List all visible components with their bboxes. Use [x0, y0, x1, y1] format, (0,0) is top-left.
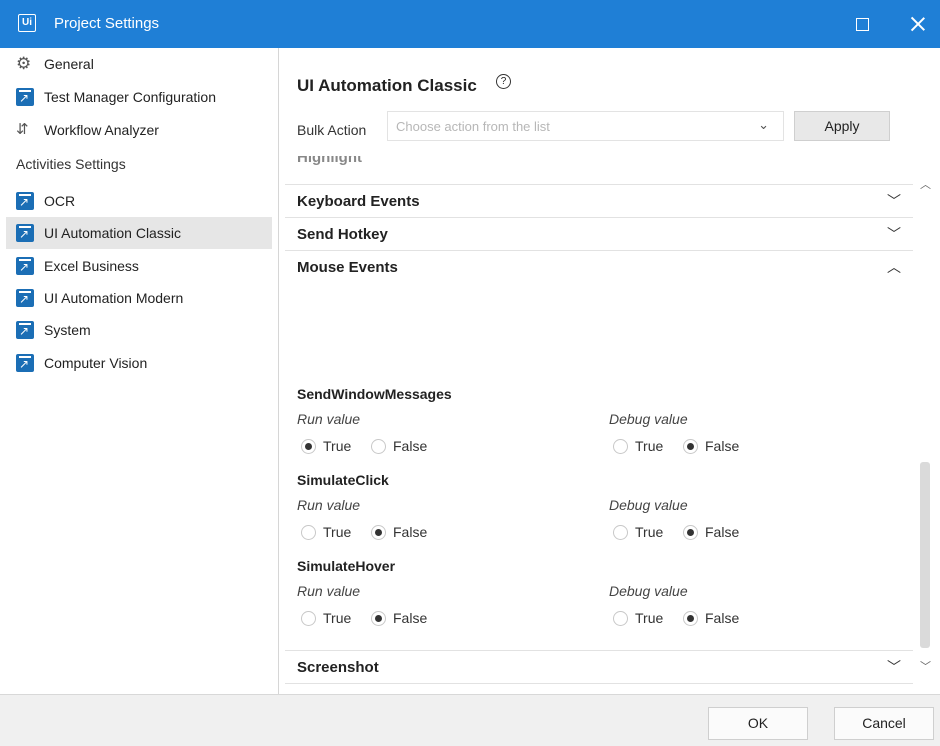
debug-value-label: Debug value: [609, 497, 688, 513]
sidebar-item-label: Computer Vision: [44, 355, 148, 371]
app-logo-icon: Ui: [18, 14, 36, 32]
send-window-messages-debug-false-radio[interactable]: [683, 439, 698, 454]
section-screenshot[interactable]: Screenshot ﹀: [285, 650, 913, 684]
sidebar: ⚙ General Test Manager Configuration ⇵ W…: [6, 48, 279, 694]
radio-label: False: [393, 524, 428, 540]
radio-label: True: [323, 524, 352, 540]
section-label: Highlight: [297, 156, 362, 166]
window-title: Project Settings: [54, 15, 160, 32]
activity-package-icon: [16, 321, 34, 339]
chevron-down-icon: ﹀: [887, 659, 901, 675]
sidebar-item-general[interactable]: ⚙ General: [6, 48, 272, 80]
simulate-click-run-false-radio[interactable]: [371, 525, 386, 540]
bulk-action-label: Bulk Action: [297, 122, 367, 138]
sidebar-item-computer-vision[interactable]: Computer Vision: [6, 347, 272, 379]
section-mouse-events[interactable]: Mouse Events ︿: [285, 251, 913, 283]
sidebar-item-label: OCR: [44, 193, 76, 209]
send-window-messages-run-true-radio[interactable]: [301, 439, 316, 454]
radio-label: False: [705, 438, 740, 454]
dialog-footer: OK Cancel: [0, 694, 940, 746]
debug-value-label: Debug value: [609, 411, 688, 427]
help-icon[interactable]: ?: [496, 74, 511, 89]
simulate-click-debug-false-radio[interactable]: [683, 525, 698, 540]
scroll-up-icon[interactable]: ︿: [920, 176, 931, 192]
sidebar-item-label: Workflow Analyzer: [44, 122, 159, 138]
scroll-down-icon[interactable]: ﹀: [920, 658, 931, 674]
radio-label: False: [705, 610, 740, 626]
sidebar-item-label: Test Manager Configuration: [44, 89, 216, 105]
sidebar-item-label: UI Automation Classic: [44, 225, 181, 241]
section-keyboard-events[interactable]: Keyboard Events ﹀: [285, 185, 913, 218]
workflow-analyzer-icon: ⇵: [16, 121, 29, 138]
sidebar-item-test-manager-configuration[interactable]: Test Manager Configuration: [6, 81, 272, 113]
radio-label: False: [393, 610, 428, 626]
section-label: Keyboard Events: [297, 193, 420, 210]
radio-label: False: [705, 524, 740, 540]
settings-scroll-area: Highlight Keyboard Events ﹀ Send Hotkey …: [279, 156, 919, 694]
sidebar-item-label: System: [44, 322, 91, 338]
sidebar-item-ui-automation-modern[interactable]: UI Automation Modern: [6, 282, 272, 314]
simulate-hover-debug-false-radio[interactable]: [683, 611, 698, 626]
bulk-action-dropdown[interactable]: Choose action from the list ⌄: [387, 111, 784, 141]
simulate-hover-run-true-radio[interactable]: [301, 611, 316, 626]
run-value-label: Run value: [297, 411, 361, 427]
radio-label: True: [635, 610, 664, 626]
simulate-click-debug-true-radio[interactable]: [613, 525, 628, 540]
chevron-down-icon: ﹀: [887, 226, 901, 242]
chevron-down-icon: ⌄: [758, 117, 769, 132]
section-label: Screenshot: [297, 659, 379, 676]
radio-label: True: [635, 524, 664, 540]
chevron-down-icon: ﹀: [887, 193, 901, 209]
activity-package-icon: [16, 88, 34, 106]
section-label: Mouse Events: [297, 259, 398, 276]
activity-package-icon: [16, 354, 34, 372]
property-simulate-click: SimulateClick: [297, 472, 389, 488]
maximize-button[interactable]: [850, 12, 874, 36]
activity-package-icon: [16, 224, 34, 242]
sidebar-item-label: Excel Business: [44, 258, 139, 274]
sidebar-item-label: General: [44, 56, 94, 72]
run-value-label: Run value: [297, 497, 361, 513]
sidebar-item-excel-business[interactable]: Excel Business: [6, 250, 272, 282]
sidebar-item-system[interactable]: System: [6, 314, 272, 346]
radio-label: True: [323, 438, 352, 454]
simulate-hover-debug-true-radio[interactable]: [613, 611, 628, 626]
apply-button[interactable]: Apply: [794, 111, 890, 141]
sidebar-item-ui-automation-classic[interactable]: UI Automation Classic: [6, 217, 272, 249]
simulate-click-run-true-radio[interactable]: [301, 525, 316, 540]
section-highlight[interactable]: Highlight: [285, 156, 913, 185]
activity-package-icon: [16, 192, 34, 210]
page-title: UI Automation Classic: [297, 76, 477, 95]
gear-icon: ⚙: [16, 54, 32, 73]
radio-label: True: [635, 438, 664, 454]
activities-settings-heading: Activities Settings: [16, 156, 126, 172]
radio-label: False: [393, 438, 428, 454]
ok-button[interactable]: OK: [708, 707, 808, 740]
chevron-up-icon: ︿: [887, 259, 901, 275]
bulk-action-placeholder: Choose action from the list: [396, 119, 550, 134]
close-button[interactable]: [906, 12, 930, 36]
vertical-scrollbar[interactable]: ︿ ﹀: [917, 160, 933, 696]
radio-label: True: [323, 610, 352, 626]
debug-value-label: Debug value: [609, 583, 688, 599]
activity-package-icon: [16, 289, 34, 307]
sidebar-item-workflow-analyzer[interactable]: ⇵ Workflow Analyzer: [6, 114, 272, 146]
simulate-hover-run-false-radio[interactable]: [371, 611, 386, 626]
send-window-messages-debug-true-radio[interactable]: [613, 439, 628, 454]
section-label: Send Hotkey: [297, 226, 388, 243]
settings-panel: UI Automation Classic ? Bulk Action Choo…: [279, 48, 940, 694]
send-window-messages-run-false-radio[interactable]: [371, 439, 386, 454]
run-value-label: Run value: [297, 583, 361, 599]
scrollbar-thumb[interactable]: [920, 462, 930, 648]
cancel-button[interactable]: Cancel: [834, 707, 934, 740]
title-bar: Ui Project Settings: [0, 0, 940, 48]
property-simulate-hover: SimulateHover: [297, 558, 396, 574]
property-send-window-messages: SendWindowMessages: [297, 386, 452, 402]
section-send-hotkey[interactable]: Send Hotkey ﹀: [285, 218, 913, 251]
activity-package-icon: [16, 257, 34, 275]
sidebar-item-ocr[interactable]: OCR: [6, 185, 272, 217]
sidebar-item-label: UI Automation Modern: [44, 290, 184, 306]
